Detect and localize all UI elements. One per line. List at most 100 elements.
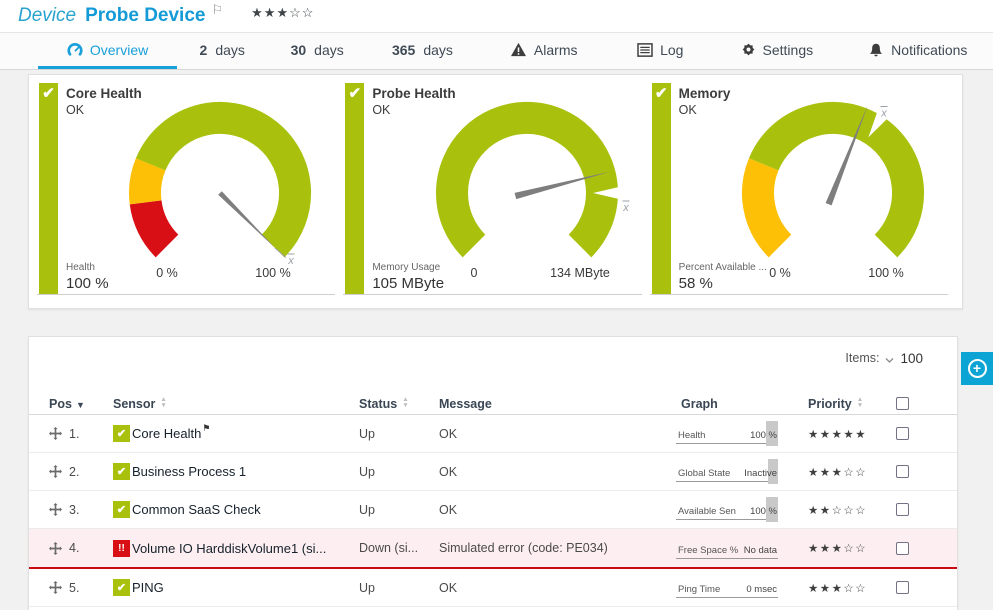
position-number: 4. [69,541,79,555]
gauge-card-probe-health[interactable]: ✔ Probe Health OK x 0 134 MByte Memory U… [343,83,641,295]
sensor-link[interactable]: ✔ PING [113,579,359,596]
row-checkbox[interactable] [896,503,909,516]
gauge-card-core-health[interactable]: ✔ Core Health OK x 0 % 100 % Health 100 … [37,83,335,295]
priority-stars[interactable]: ★★☆☆☆ [808,503,896,517]
priority-stars[interactable]: ★★★☆☆ [808,465,896,479]
tab-label: days [215,42,245,58]
gear-icon [741,42,756,57]
message-text: OK [439,427,676,441]
sensor-ok-icon: ✔ [113,425,130,442]
priority-stars[interactable]: ★★★☆☆ [808,541,896,555]
tab-label: Settings [763,42,814,58]
gauge-status: OK [66,103,84,117]
column-header-priority[interactable]: Priority▲▼ [808,397,896,411]
sensor-link[interactable]: ✔ Business Process 1 [113,463,359,480]
gauge-card-memory[interactable]: ✔ Memory OK x 0 % 100 % Percent Availabl… [650,83,948,295]
items-count: 100 [900,351,923,366]
page-title: Probe Device [85,5,205,27]
select-all-checkbox[interactable] [896,397,909,410]
tab-30-days[interactable]: 30 days [267,33,367,69]
status-text: Up [359,427,439,441]
tab-alarms[interactable]: Alarms [478,33,610,69]
tab-label: Overview [90,42,148,58]
move-handle-icon[interactable] [49,542,62,555]
warning-icon [510,42,527,57]
tab-overview[interactable]: Overview [38,33,177,69]
tab-settings[interactable]: Settings [711,33,843,69]
sensor-error-icon: !! [113,540,130,557]
sensor-table-panel: Items: 100 Pos▼ Sensor▲▼ Status▲▼ Messag… [28,336,958,610]
message-text: OK [439,503,676,517]
tab-label: Log [660,42,683,58]
gauge-title: Core Health [66,86,142,101]
sensor-link[interactable]: ✔ Common SaaS Check [113,501,359,518]
favorite-flag-icon: ⚑ [202,423,210,434]
tab-bar: Overview 2 days 30 days 365 days Alarms … [0,33,993,70]
sensor-ok-icon: ✔ [113,501,130,518]
column-header-status[interactable]: Status▲▼ [359,397,439,411]
add-sensor-button[interactable]: + [961,352,993,385]
mini-graph[interactable]: Free Space % No data [676,538,778,559]
gauge-status: OK [372,103,390,117]
message-text: Simulated error (code: PE034) [439,541,676,555]
gauge-needle [219,191,276,248]
table-row-error: 4. !! Volume IO HarddiskVolume1 (si... D… [29,529,957,569]
tab-label: days [314,42,344,58]
gauge-title: Memory [679,86,731,101]
position-number: 2. [69,465,79,479]
gauge-channel-label: Health [66,262,109,273]
status-text: Up [359,581,439,595]
tab-2-days[interactable]: 2 days [177,33,267,69]
gauge-channel-label: Memory Usage [372,262,444,273]
sensor-ok-icon: ✔ [113,463,130,480]
status-bar-ok [39,83,58,294]
gauge-icon [67,42,83,58]
priority-stars[interactable]: ★★★★★ [808,427,896,441]
tab-number: 365 [392,42,415,58]
table-row: 2. ✔ Business Process 1 Up OK Global Sta… [29,453,957,491]
mini-graph[interactable]: Ping Time 0 msec [676,577,778,598]
column-header-sensor[interactable]: Sensor▲▼ [113,397,359,411]
tab-365-days[interactable]: 365 days [367,33,478,69]
message-text: OK [439,465,676,479]
mini-graph[interactable]: Health 100 % [676,423,778,444]
row-checkbox[interactable] [896,465,909,478]
row-checkbox[interactable] [896,427,909,440]
gauge-max-label: 134 MByte [550,266,610,280]
items-per-page-dropdown[interactable]: Items: 100 [29,337,957,393]
gauge-min-label: 0 % [157,266,179,280]
tab-number: 30 [291,42,307,58]
column-header-pos[interactable]: Pos▼ [49,397,113,411]
move-handle-icon[interactable] [49,465,62,478]
row-checkbox[interactable] [896,581,909,594]
message-text: OK [439,581,676,595]
table-row: 5. ✔ PING Up OK Ping Time 0 msec ★★★☆☆ [29,569,957,607]
move-handle-icon[interactable] [49,427,62,440]
tab-notifications[interactable]: Notifications [843,33,993,69]
move-handle-icon[interactable] [49,503,62,516]
status-text: Up [359,503,439,517]
gauge-probe-health: x 0 134 MByte [422,101,632,281]
table-row: 1. ✔ Core Health ⚑ Up OK Health 100 % ★★… [29,415,957,453]
row-checkbox[interactable] [896,542,909,555]
status-bar-ok [652,83,671,294]
gauge-min-label: 0 % [769,266,791,280]
sensor-link[interactable]: ✔ Core Health ⚑ [113,425,359,442]
check-icon: ✔ [39,84,58,102]
sensor-link[interactable]: !! Volume IO HarddiskVolume1 (si... [113,540,359,557]
priority-stars[interactable]: ★★★☆☆ [808,581,896,595]
sort-icon: ▲▼ [160,397,166,408]
mini-graph[interactable]: Available Sen 100 % [676,499,778,520]
gauges-panel: ✔ Core Health OK x 0 % 100 % Health 100 … [28,74,963,309]
column-header-message[interactable]: Message [439,397,676,411]
table-row: 3. ✔ Common SaaS Check Up OK Available S… [29,491,957,529]
move-handle-icon[interactable] [49,581,62,594]
column-header-graph: Graph [676,397,808,411]
device-priority-stars[interactable]: ★★★☆☆ [251,5,314,21]
tab-log[interactable]: Log [610,33,712,69]
gauge-channel-label: Percent Available ... [679,262,767,273]
status-text: Up [359,465,439,479]
plus-icon: + [968,359,987,378]
chevron-down-icon [885,351,894,369]
mini-graph[interactable]: Global State Inactive [676,461,778,482]
